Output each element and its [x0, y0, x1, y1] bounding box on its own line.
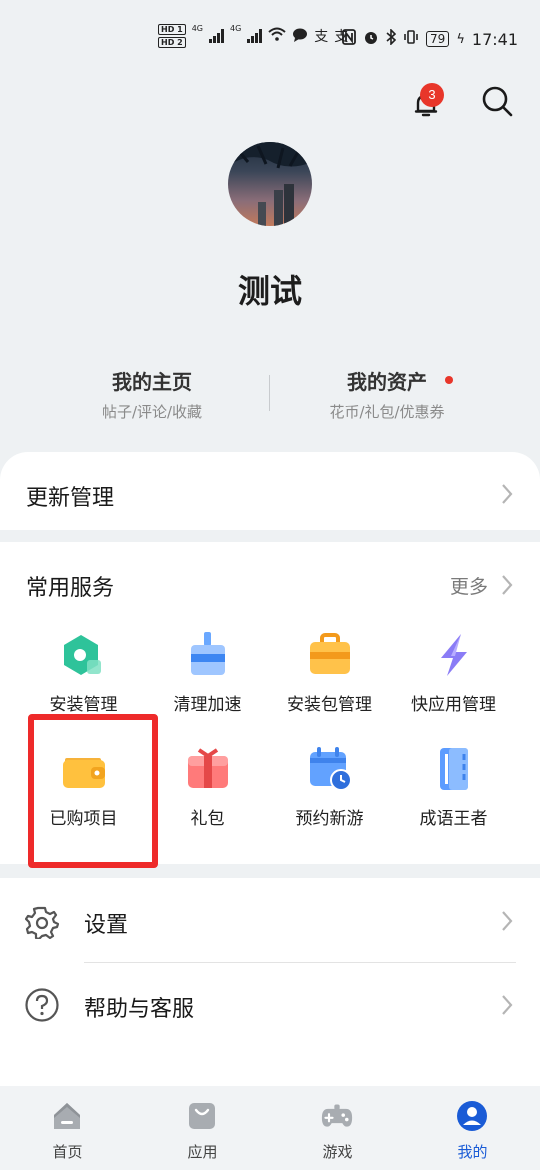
signal-icon: [208, 29, 224, 43]
quick-links-divider: [269, 375, 270, 411]
avatar[interactable]: [228, 142, 312, 226]
my-homepage-title: 我的主页: [112, 370, 192, 394]
chevron-right-icon: [502, 911, 513, 931]
chevron-right-icon: [502, 995, 513, 1015]
signal-icon-2: [247, 29, 263, 43]
notification-badge: 3: [420, 83, 444, 107]
settings-row[interactable]: 设置: [0, 878, 540, 962]
nav-games[interactable]: 游戏: [270, 1086, 405, 1170]
my-homepage-subtitle: 帖子/评论/收藏: [101, 403, 203, 421]
hd2-indicator: HD 2: [158, 37, 186, 48]
alarm-icon: [363, 29, 379, 49]
wifi-icon: [268, 27, 286, 45]
charging-icon: ϟ: [456, 31, 465, 47]
my-assets-subtitle: 花币/礼包/优惠券: [329, 403, 445, 421]
nav-apps[interactable]: 应用: [135, 1086, 270, 1170]
status-right: 79 ϟ 17:41: [342, 28, 518, 49]
service-label: 快应用管理: [411, 695, 496, 715]
chevron-right-icon[interactable]: [500, 574, 514, 596]
search-button[interactable]: [480, 84, 514, 118]
bottom-nav: 首页 应用 游戏 我的: [0, 1086, 540, 1170]
nav-mine[interactable]: 我的: [405, 1086, 540, 1170]
message-icon: [292, 28, 308, 45]
clean-boost-icon: [191, 632, 225, 675]
vibrate-icon: [403, 29, 419, 49]
gamepad-icon: [321, 1104, 353, 1127]
username: 测试: [237, 272, 302, 310]
service-label: 礼包: [190, 809, 225, 829]
settings-card: 设置 帮助与客服: [0, 878, 540, 1086]
hd1-indicator: HD 1: [158, 24, 186, 35]
search-icon: [482, 86, 513, 117]
service-label: 预约新游: [295, 809, 364, 829]
install-manager-icon: [64, 635, 101, 675]
service-label: 安装管理: [49, 695, 118, 715]
chevron-right-icon: [502, 484, 513, 504]
network-type-1: 4G: [191, 24, 203, 33]
bluetooth-icon: [386, 28, 397, 49]
more-button[interactable]: 更多: [450, 572, 488, 599]
help-support-row[interactable]: 帮助与客服: [0, 963, 540, 1047]
update-manager-label: 更新管理: [26, 486, 115, 511]
help-icon: [25, 988, 59, 1022]
service-game-reservation[interactable]: 预约新游: [262, 746, 397, 846]
nav-label: 我的: [457, 1143, 488, 1161]
service-clean-boost[interactable]: 清理加速: [140, 632, 275, 732]
help-support-label: 帮助与客服: [84, 997, 195, 1022]
nav-home[interactable]: 首页: [0, 1086, 135, 1170]
service-package-manager[interactable]: 安装包管理: [262, 632, 397, 732]
book-icon: [440, 748, 468, 790]
service-label: 安装包管理: [287, 695, 372, 715]
app-notification-icon: 支: [314, 29, 329, 45]
service-gift-pack[interactable]: 礼包: [140, 746, 275, 846]
avatar-photo: [228, 142, 312, 226]
nav-label: 应用: [187, 1143, 218, 1161]
settings-label: 设置: [84, 913, 129, 938]
home-icon: [54, 1103, 80, 1129]
apps-bag-icon: [189, 1103, 215, 1129]
clock-time: 17:41: [471, 29, 518, 49]
status-left: HD 1 HD 2 4G 4G 支 支: [158, 24, 348, 48]
calendar-icon: [310, 747, 352, 791]
nav-label: 游戏: [322, 1143, 353, 1161]
battery-indicator: 79: [426, 31, 450, 47]
my-assets-title: 我的资产: [347, 370, 427, 394]
gift-icon: [188, 748, 228, 788]
service-idiom-king[interactable]: 成语王者: [386, 746, 521, 846]
more-label: 更多: [450, 576, 489, 598]
nfc-icon: [342, 29, 356, 49]
gear-icon: [25, 906, 59, 939]
highlight-annotation-box: [28, 714, 158, 868]
services-title: 常用服务: [26, 576, 115, 601]
service-quick-app[interactable]: 快应用管理: [386, 632, 521, 732]
service-label: 清理加速: [173, 695, 242, 715]
package-manager-icon: [310, 633, 350, 674]
my-homepage-link[interactable]: 我的主页 帖子/评论/收藏: [42, 366, 262, 422]
update-manager-row[interactable]: 更新管理: [0, 452, 540, 530]
assets-red-dot: [445, 376, 453, 384]
my-assets-link[interactable]: 我的资产 花币/礼包/优惠券: [277, 366, 497, 422]
nav-label: 首页: [52, 1143, 83, 1161]
quick-app-icon: [441, 634, 467, 676]
network-type-2: 4G: [229, 24, 242, 33]
status-bar: HD 1 HD 2 4G 4G 支 支 79 ϟ 17:41: [0, 0, 540, 80]
service-label: 成语王者: [419, 809, 488, 829]
profile-icon: [457, 1101, 487, 1131]
